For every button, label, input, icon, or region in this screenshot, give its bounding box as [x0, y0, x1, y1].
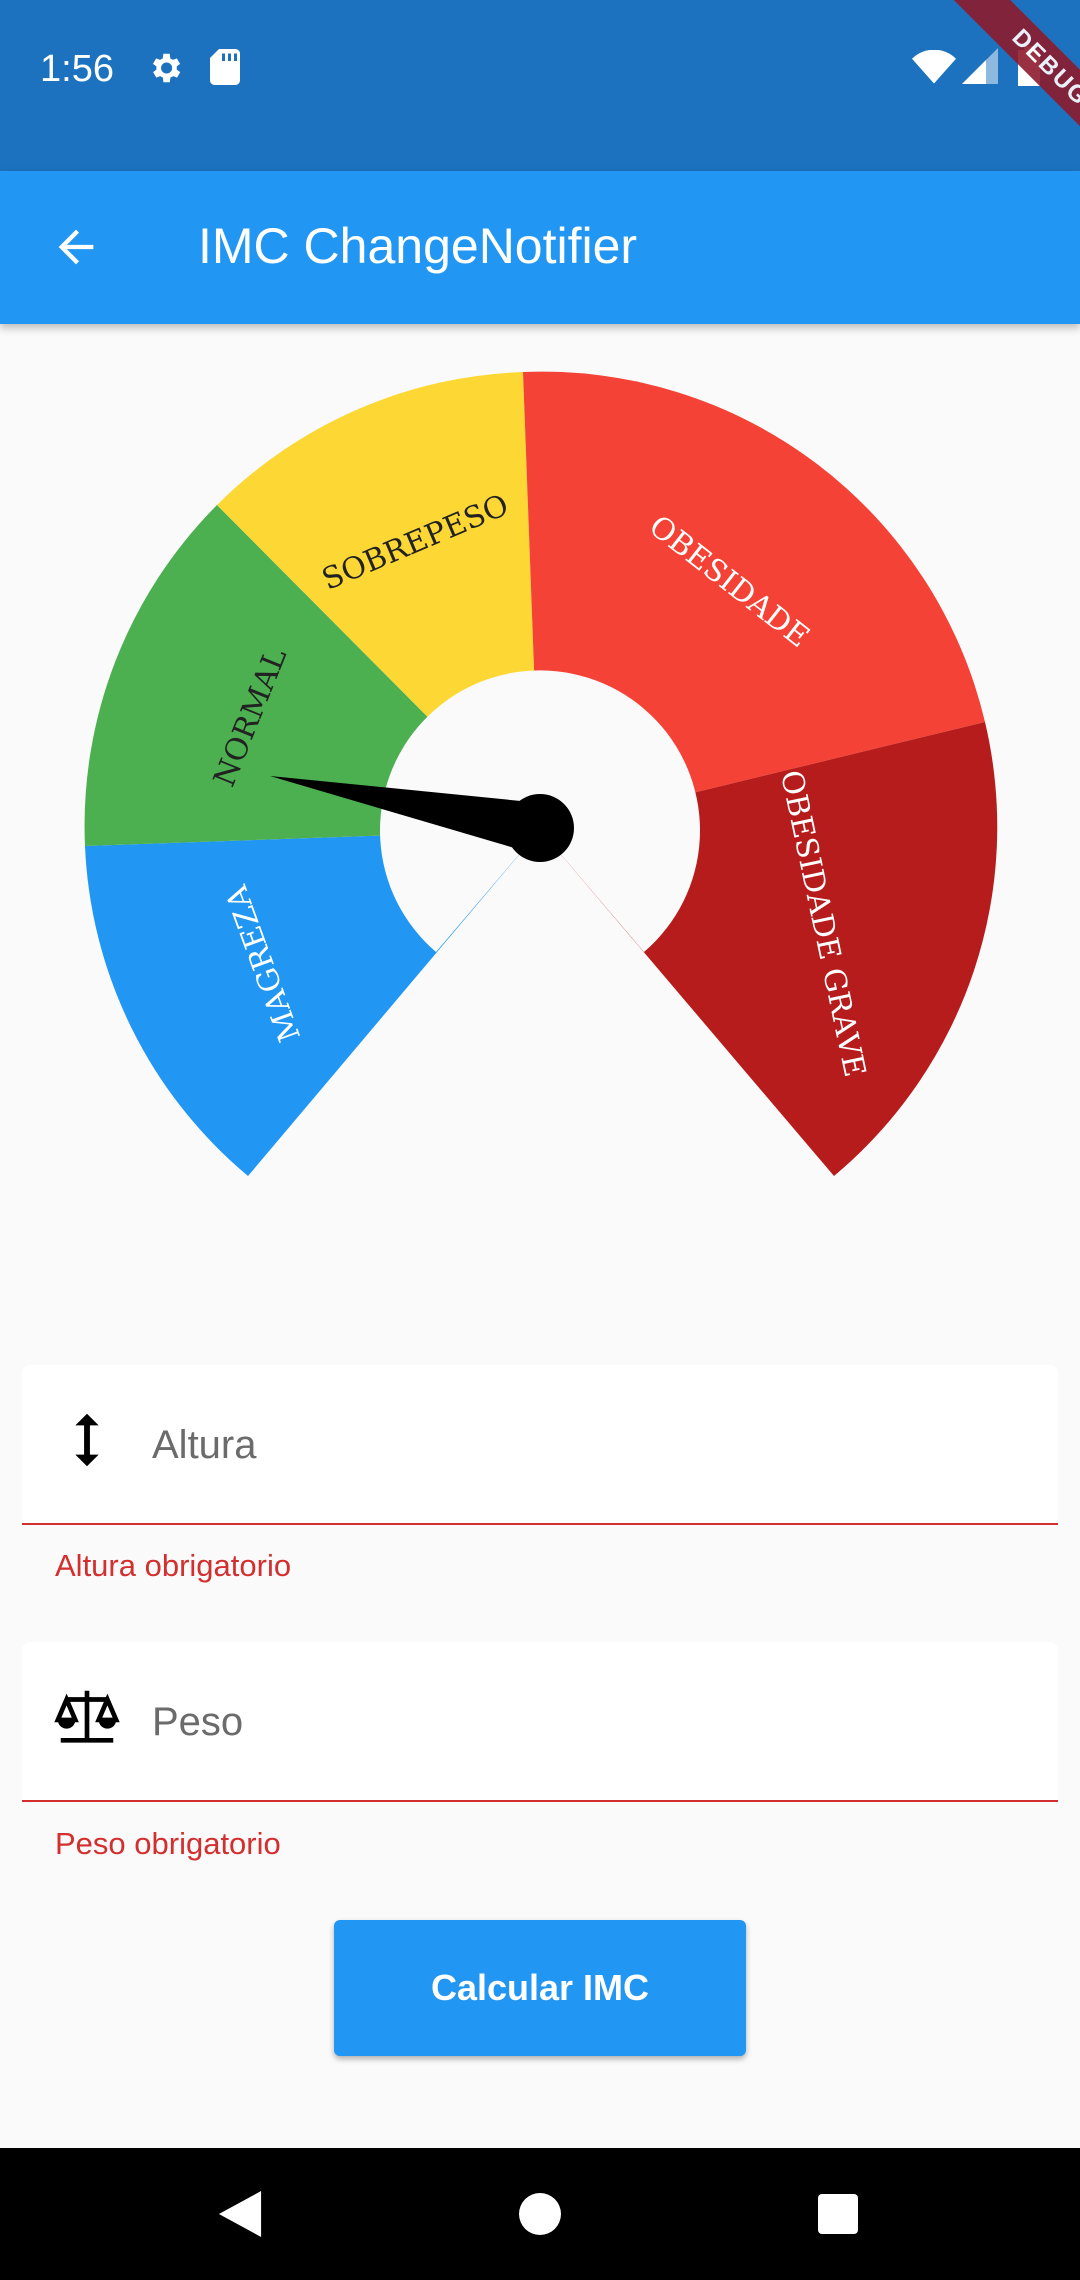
app-bar: IMC ChangeNotifier: [0, 171, 1080, 324]
peso-field[interactable]: [22, 1642, 1058, 1802]
scale-icon: [54, 1690, 120, 1743]
peso-error: Peso obrigatorio: [55, 1826, 281, 1861]
sd-card-icon: [210, 49, 240, 85]
debug-banner: DEBUG: [910, 0, 1080, 170]
status-bar: 1:56 DEBUG: [0, 0, 1080, 171]
altura-input[interactable]: [152, 1415, 1012, 1475]
status-time: 1:56: [40, 48, 114, 90]
debug-label: DEBUG: [951, 0, 1080, 167]
arrow-back-icon: [58, 229, 94, 265]
vertical-arrows-icon: [75, 1413, 99, 1467]
page-title: IMC ChangeNotifier: [198, 218, 638, 274]
altura-field[interactable]: [22, 1365, 1058, 1525]
gear-icon: [152, 53, 181, 83]
system-nav-bar: [0, 2148, 1080, 2280]
gauge-needle-hub: [506, 794, 574, 862]
nav-recents-button[interactable]: [808, 2184, 868, 2244]
nav-home-button[interactable]: [510, 2184, 570, 2244]
imc-gauge: MAGREZA NORMAL SOBREPESO OBESIDADE OBESI…: [84, 371, 998, 1176]
peso-input[interactable]: [152, 1692, 1012, 1752]
back-triangle-icon: [218, 2191, 262, 2237]
calcular-imc-button[interactable]: Calcular IMC: [334, 1920, 746, 2056]
nav-back-button[interactable]: [210, 2184, 270, 2244]
recents-square-icon: [818, 2194, 858, 2234]
back-button[interactable]: [36, 211, 116, 283]
altura-error: Altura obrigatorio: [55, 1548, 292, 1583]
home-circle-icon: [519, 2193, 561, 2235]
